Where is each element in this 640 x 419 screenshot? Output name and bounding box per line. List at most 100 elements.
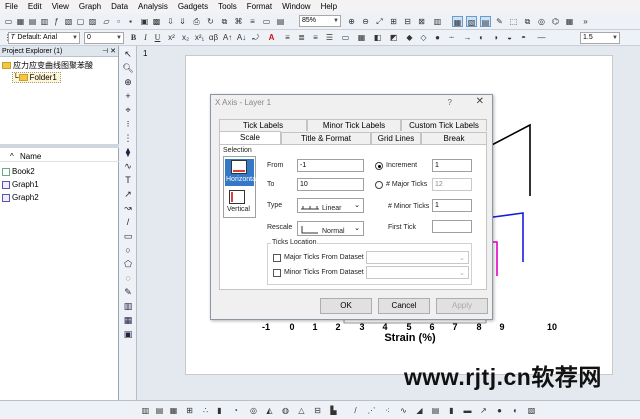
text-frame-icon[interactable]: ▭ xyxy=(340,32,351,43)
polar-icon[interactable]: ◍ xyxy=(280,405,291,416)
list-item[interactable]: Graph1 xyxy=(2,180,39,189)
color-map-icon[interactable]: ◐ xyxy=(510,405,521,416)
new-matrix-icon[interactable]: ▤ xyxy=(27,16,38,27)
column-icon[interactable]: ▮ xyxy=(446,405,457,416)
minor-dataset-select[interactable]: ⌄ xyxy=(366,266,469,279)
box-chart-icon[interactable]: ⊟ xyxy=(312,405,323,416)
contour-icon[interactable]: ◎ xyxy=(248,405,259,416)
scatter-icon[interactable]: ∴ xyxy=(200,405,211,416)
open-excel-icon[interactable]: ▪ xyxy=(125,16,136,27)
circle-tool-icon[interactable]: ○ xyxy=(122,244,134,256)
toolbar-more-icon[interactable]: » xyxy=(580,16,591,27)
area-icon[interactable]: ◢ xyxy=(414,405,425,416)
print-icon[interactable]: ⎙ xyxy=(191,16,202,27)
tab-custom-tick-labels[interactable]: Custom Tick Labels xyxy=(401,119,487,131)
bold-button[interactable]: B xyxy=(128,32,139,43)
app-gallery-icon[interactable]: ▦ xyxy=(564,16,575,27)
open-icon[interactable]: ▱ xyxy=(101,16,112,27)
plot-setup-icon[interactable]: ⊞ xyxy=(184,405,195,416)
sheet-view-icon[interactable]: ▤ xyxy=(480,16,491,27)
greek-icon[interactable]: αβ xyxy=(208,32,219,43)
add-layer-icon[interactable]: ⊞ xyxy=(388,16,399,27)
new-excel-icon[interactable]: ▧ xyxy=(63,16,74,27)
menu-window[interactable]: Window xyxy=(277,0,315,13)
menu-edit[interactable]: Edit xyxy=(23,0,47,13)
line-color-icon[interactable]: ◩ xyxy=(388,32,399,43)
tab-minor-tick-labels[interactable]: Minor Tick Labels xyxy=(307,119,401,131)
region-tool-icon[interactable]: ◌ xyxy=(122,272,134,284)
symbol-size-icon[interactable]: ● xyxy=(432,32,443,43)
menu-data[interactable]: Data xyxy=(106,0,133,13)
dot-plot-icon[interactable]: ⁖ xyxy=(382,405,393,416)
increment-radio[interactable] xyxy=(375,162,383,170)
template-icon[interactable]: ▧ xyxy=(526,405,537,416)
new-layout-icon[interactable]: ▢ xyxy=(75,16,86,27)
open-template-icon[interactable]: ▫ xyxy=(113,16,124,27)
text-tool-icon[interactable]: T xyxy=(122,174,134,186)
type-select[interactable]: Linear ⌄ xyxy=(297,198,364,213)
menu-view[interactable]: View xyxy=(47,0,74,13)
stack-icon[interactable]: ▤ xyxy=(430,405,441,416)
speed-mode-icon[interactable]: ✎ xyxy=(494,16,505,27)
color-increment-icon[interactable]: ◓ xyxy=(518,32,529,43)
new-function-icon[interactable]: ƒ xyxy=(51,16,62,27)
increment-input[interactable]: 1 xyxy=(432,159,472,172)
code-builder-icon[interactable]: ⌘ xyxy=(233,16,244,27)
major-ticks-radio[interactable] xyxy=(375,181,383,189)
close-icon[interactable]: ✕ xyxy=(110,48,116,55)
menu-format[interactable]: Format xyxy=(242,0,277,13)
insert-graph-icon[interactable]: ▥ xyxy=(122,300,134,312)
new-project-icon[interactable]: ▭ xyxy=(3,16,14,27)
symbol-color-icon[interactable]: ◆ xyxy=(404,32,415,43)
menu-help[interactable]: Help xyxy=(316,0,342,13)
menu-gadgets[interactable]: Gadgets xyxy=(173,0,213,13)
graph-tool-icon[interactable]: ▥ xyxy=(140,405,151,416)
zoom-out-icon[interactable]: ⊖ xyxy=(360,16,371,27)
surface-icon[interactable]: ◭ xyxy=(264,405,275,416)
superscript-icon[interactable]: x² xyxy=(166,32,177,43)
help-button[interactable]: ? xyxy=(448,98,452,107)
polygon-tool-icon[interactable]: ⬠ xyxy=(122,258,134,270)
layer-management-icon[interactable]: ▥ xyxy=(432,16,443,27)
align-center-icon[interactable]: ≣ xyxy=(296,32,307,43)
list-item[interactable]: Book2 xyxy=(2,167,35,176)
tab-scale[interactable]: Scale xyxy=(219,131,281,144)
region-selector-icon[interactable]: ⋮ xyxy=(122,132,134,144)
histogram-icon[interactable]: ▙ xyxy=(328,405,339,416)
layer-number-tab[interactable]: 1 xyxy=(143,49,147,58)
vector-icon[interactable]: ↗ xyxy=(478,405,489,416)
new-graph-icon[interactable]: ▥ xyxy=(39,16,50,27)
super-sub-icon[interactable]: x²₁ xyxy=(194,32,205,43)
freehand-tool-icon[interactable]: ✎ xyxy=(122,286,134,298)
increase-font-icon[interactable]: A↑ xyxy=(222,32,233,43)
subscript-icon[interactable]: x₂ xyxy=(180,32,191,43)
symbol-shape-icon[interactable]: ◇ xyxy=(418,32,429,43)
menu-analysis[interactable]: Analysis xyxy=(133,0,173,13)
layout-view-icon[interactable]: ▧ xyxy=(466,16,477,27)
rotate-text-icon[interactable]: ⤾ xyxy=(250,32,261,43)
menu-tools[interactable]: Tools xyxy=(213,0,242,13)
insert-table-icon[interactable]: ▦ xyxy=(122,314,134,326)
decrease-font-icon[interactable]: A↓ xyxy=(236,32,247,43)
menu-graph[interactable]: Graph xyxy=(74,0,106,13)
cancel-button[interactable]: Cancel xyxy=(378,298,430,314)
duplicate-icon[interactable]: ⧉ xyxy=(219,16,230,27)
bubble-icon[interactable]: ● xyxy=(494,405,505,416)
minor-from-dataset-checkbox[interactable] xyxy=(273,269,281,277)
font-select[interactable]: 𝑇 Default: Arial ▼ xyxy=(8,32,80,44)
first-tick-input[interactable] xyxy=(432,220,472,233)
layer-tool-icon[interactable]: ▤ xyxy=(154,405,165,416)
plot-color-icon[interactable]: ◒ xyxy=(504,32,515,43)
tree-folder1[interactable]: └ Folder1 xyxy=(12,72,61,83)
bar-plot-icon[interactable]: ▮ xyxy=(214,405,225,416)
save-template-icon[interactable]: ▩ xyxy=(151,16,162,27)
line-tool-icon[interactable]: / xyxy=(122,216,134,228)
zoom-pan-icon[interactable]: ⊕ xyxy=(122,76,134,88)
draw-data-icon[interactable]: ∿ xyxy=(122,160,134,172)
tab-break[interactable]: Break xyxy=(421,132,487,144)
data-selector-icon[interactable]: ⁝ xyxy=(122,118,134,130)
rescale-select[interactable]: Normal ⌄ xyxy=(297,221,364,236)
major-ticks-input[interactable]: 12 xyxy=(432,178,472,191)
data-reader-icon[interactable]: ⌖ xyxy=(122,104,134,116)
export-graph-icon[interactable]: ⬚ xyxy=(508,16,519,27)
